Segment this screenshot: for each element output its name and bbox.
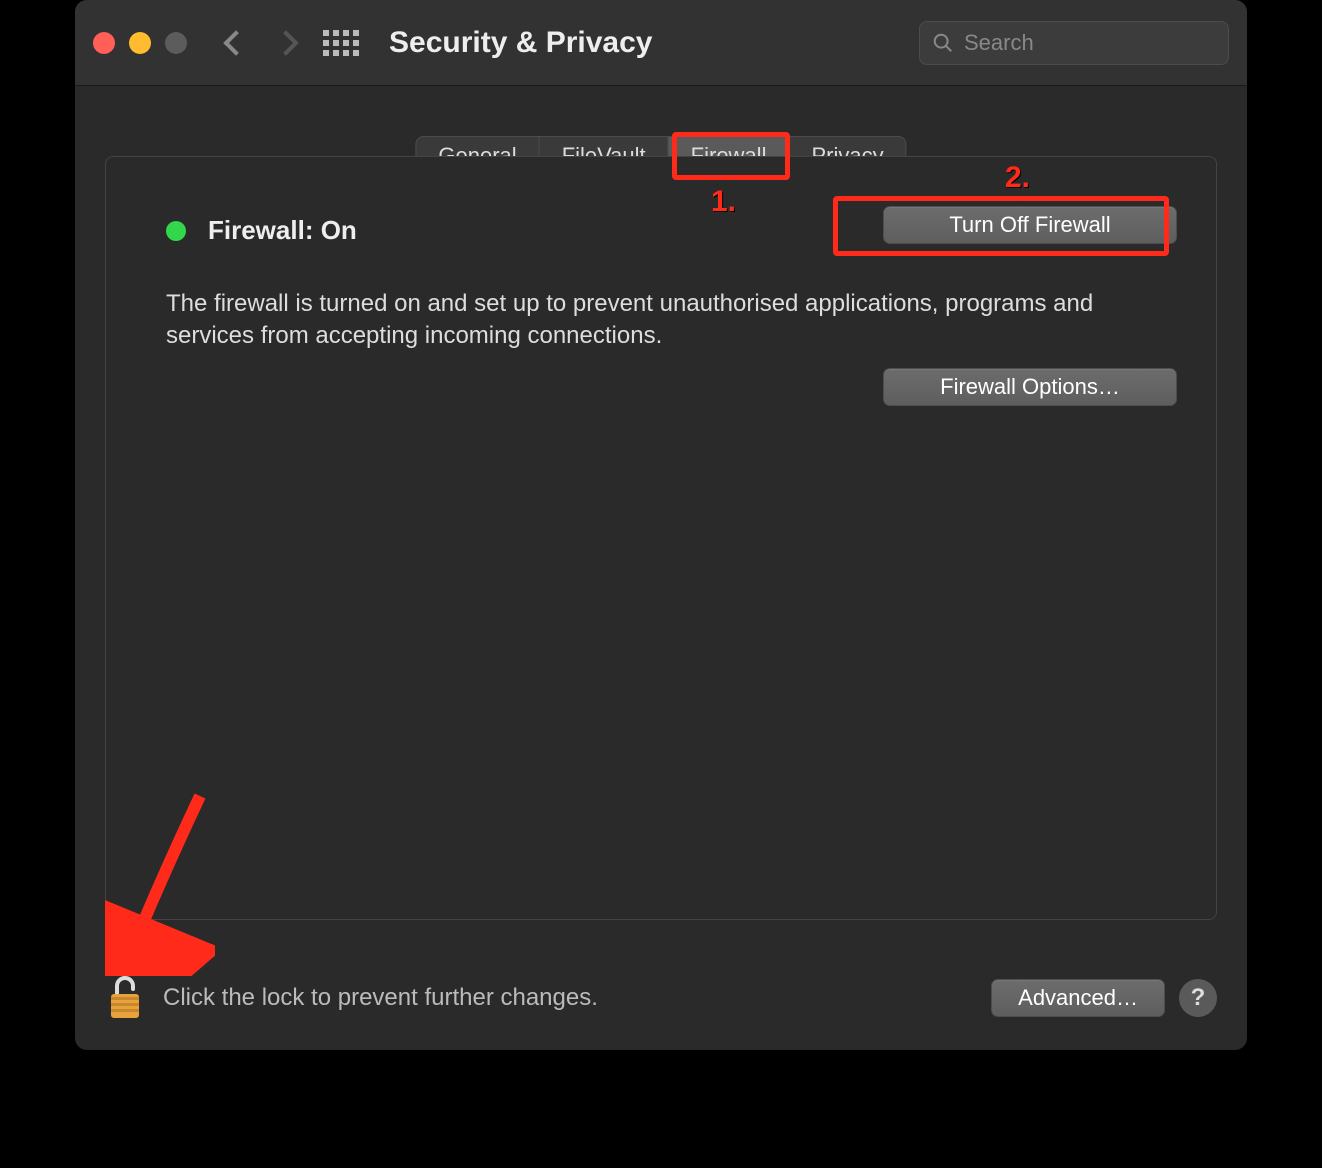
back-button[interactable] (223, 30, 248, 55)
close-window-button[interactable] (93, 32, 115, 54)
minimize-window-button[interactable] (129, 32, 151, 54)
annotation-label-2: 2. (1005, 161, 1030, 195)
window-controls (93, 32, 187, 54)
footer: Click the lock to prevent further change… (105, 974, 1217, 1022)
preferences-window: Security & Privacy General FileVault Fir… (75, 0, 1247, 1050)
lock-hint-text: Click the lock to prevent further change… (163, 984, 598, 1012)
forward-button (273, 30, 298, 55)
search-input[interactable] (964, 30, 1252, 56)
firewall-description: The firewall is turned on and set up to … (166, 288, 1106, 353)
toolbar: Security & Privacy (75, 0, 1247, 86)
advanced-button[interactable]: Advanced… (991, 979, 1165, 1017)
annotation-label-1: 1. (711, 185, 736, 219)
zoom-window-button[interactable] (165, 32, 187, 54)
nav-arrows (227, 34, 295, 52)
content-panel: Firewall: On The firewall is turned on a… (105, 156, 1217, 920)
show-all-button[interactable] (323, 30, 359, 56)
search-field[interactable] (919, 21, 1229, 65)
status-indicator-icon (166, 221, 186, 241)
turn-off-firewall-button[interactable]: Turn Off Firewall (883, 206, 1177, 244)
search-icon (932, 32, 954, 54)
window-title: Security & Privacy (389, 26, 652, 60)
firewall-options-button[interactable]: Firewall Options… (883, 368, 1177, 406)
window-body: General FileVault Firewall Privacy Firew… (75, 86, 1247, 1050)
lock-icon[interactable] (105, 974, 145, 1022)
help-button[interactable]: ? (1179, 979, 1217, 1017)
firewall-status-label: Firewall: On (208, 215, 357, 246)
